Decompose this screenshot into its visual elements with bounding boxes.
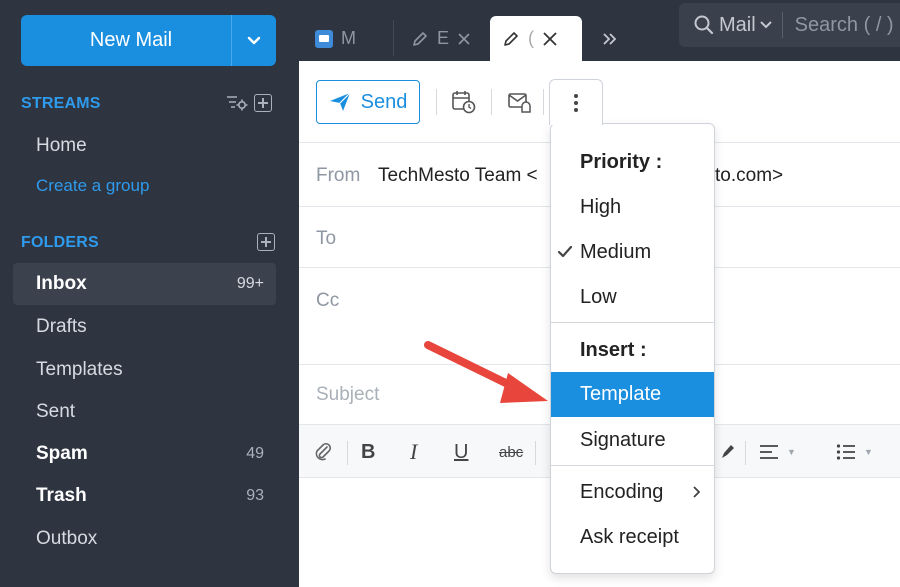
sidebar-item-inbox[interactable]: Inbox 99+ [13, 263, 276, 305]
priority-low-item[interactable]: Low [551, 275, 714, 320]
new-mail-button[interactable]: New Mail [21, 15, 231, 66]
highlight-icon[interactable] [719, 439, 735, 465]
sidebar-item-label: Outbox [36, 528, 98, 549]
menu-item-label: Template [580, 383, 662, 405]
strikethrough-icon[interactable]: abc [499, 439, 523, 465]
sidebar-item-sent[interactable]: Sent [13, 391, 276, 433]
annotation-arrow-icon [424, 341, 548, 403]
menu-item-label: High [580, 196, 622, 218]
unread-count: 93 [246, 487, 264, 504]
new-mail-dropdown-button[interactable] [231, 15, 276, 66]
insert-signature-item[interactable]: Signature [551, 418, 714, 463]
more-options-button[interactable] [549, 79, 603, 125]
folders-heading: FOLDERS [21, 234, 99, 251]
encoding-item[interactable]: Encoding [551, 470, 714, 515]
chevron-right-icon [693, 486, 700, 498]
tab-bar: M E ( Mail Search ( / ) [299, 0, 900, 61]
sidebar-item-label: Create a group [36, 176, 150, 195]
tab-draft[interactable]: E [399, 16, 485, 61]
sidebar-item-home[interactable]: Home [13, 125, 276, 167]
menu-divider [551, 322, 714, 323]
list-icon[interactable]: ▼ [836, 439, 873, 465]
sidebar-item-outbox[interactable]: Outbox [13, 518, 276, 560]
sidebar-item-label: Spam [36, 443, 88, 464]
vertical-ellipsis-icon [574, 93, 578, 112]
to-label: To [316, 228, 337, 249]
menu-divider [551, 465, 714, 466]
mail-icon [315, 29, 333, 48]
insert-template-item[interactable]: Template [551, 372, 714, 417]
ask-receipt-item[interactable]: Ask receipt [551, 515, 714, 560]
menu-item-label: Encoding [580, 481, 664, 503]
tab-label: E [437, 28, 450, 48]
schedule-send-icon[interactable] [451, 89, 477, 115]
bold-icon[interactable]: B [361, 439, 375, 465]
tab-mail[interactable]: M [303, 16, 391, 61]
new-mail-button-group: New Mail [21, 15, 276, 66]
unread-count: 99+ [236, 275, 264, 292]
sidebar: New Mail STREAMS Home Create a group FOL… [0, 0, 299, 587]
stream-settings-icon[interactable] [226, 94, 248, 112]
sidebar-item-templates[interactable]: Templates [13, 349, 276, 391]
add-stream-icon[interactable] [254, 94, 272, 112]
cc-label: Cc [316, 290, 340, 311]
search-input[interactable]: Search ( / ) [783, 14, 894, 37]
sidebar-item-label: Sent [36, 401, 76, 422]
sidebar-item-label: Trash [36, 485, 87, 506]
pencil-icon [504, 31, 518, 46]
tab-compose-active[interactable]: ( [490, 16, 582, 61]
double-chevron-right-icon [603, 32, 617, 45]
send-button[interactable]: Send [316, 80, 420, 124]
more-tabs-button[interactable] [589, 16, 649, 61]
italic-icon[interactable]: I [410, 439, 417, 465]
chevron-down-icon [759, 21, 772, 29]
align-icon[interactable]: ▼ [759, 439, 796, 465]
create-group-link[interactable]: Create a group [13, 165, 276, 207]
underline-icon[interactable]: U [454, 439, 468, 465]
send-icon [329, 92, 351, 111]
more-options-menu: Priority : High Medium Low Insert : Temp… [550, 123, 715, 574]
menu-item-label: Signature [580, 429, 666, 451]
close-icon[interactable] [542, 31, 558, 47]
sidebar-item-label: Drafts [36, 316, 87, 337]
sidebar-item-label: Templates [36, 359, 123, 380]
sidebar-item-label: Home [36, 135, 87, 156]
priority-header: Priority : [580, 151, 663, 173]
reminder-icon[interactable] [507, 89, 533, 115]
attachment-icon[interactable] [313, 439, 333, 465]
tab-label: M [341, 28, 356, 48]
streams-heading: STREAMS [21, 95, 101, 112]
sidebar-item-label: Inbox [36, 273, 87, 294]
close-icon[interactable] [457, 32, 471, 46]
menu-item-label: Low [580, 286, 617, 308]
priority-high-item[interactable]: High [551, 185, 714, 230]
from-label: From [316, 165, 361, 186]
pencil-icon [413, 31, 427, 46]
priority-medium-item[interactable]: Medium [551, 230, 714, 275]
add-folder-icon[interactable] [257, 233, 275, 251]
search-icon [694, 15, 714, 35]
check-icon [557, 245, 573, 258]
search-scope-label: Mail [719, 13, 756, 36]
sidebar-item-drafts[interactable]: Drafts [13, 306, 276, 348]
from-value-tail: to.com> [715, 165, 784, 186]
subject-input[interactable]: Subject [316, 384, 379, 406]
menu-item-label: Ask receipt [580, 526, 679, 548]
sidebar-item-spam[interactable]: Spam 49 [13, 433, 276, 475]
search-bar[interactable]: Mail Search ( / ) [679, 3, 900, 47]
unread-count: 49 [246, 445, 264, 462]
chevron-down-icon [247, 36, 261, 44]
insert-header: Insert : [580, 339, 647, 361]
menu-item-label: Medium [580, 241, 652, 263]
from-value[interactable]: TechMesto Team < [378, 165, 538, 187]
search-scope-selector[interactable]: Mail [679, 12, 783, 38]
send-label: Send [360, 90, 408, 113]
tab-label: ( [528, 28, 534, 48]
sidebar-item-trash[interactable]: Trash 93 [13, 475, 276, 517]
